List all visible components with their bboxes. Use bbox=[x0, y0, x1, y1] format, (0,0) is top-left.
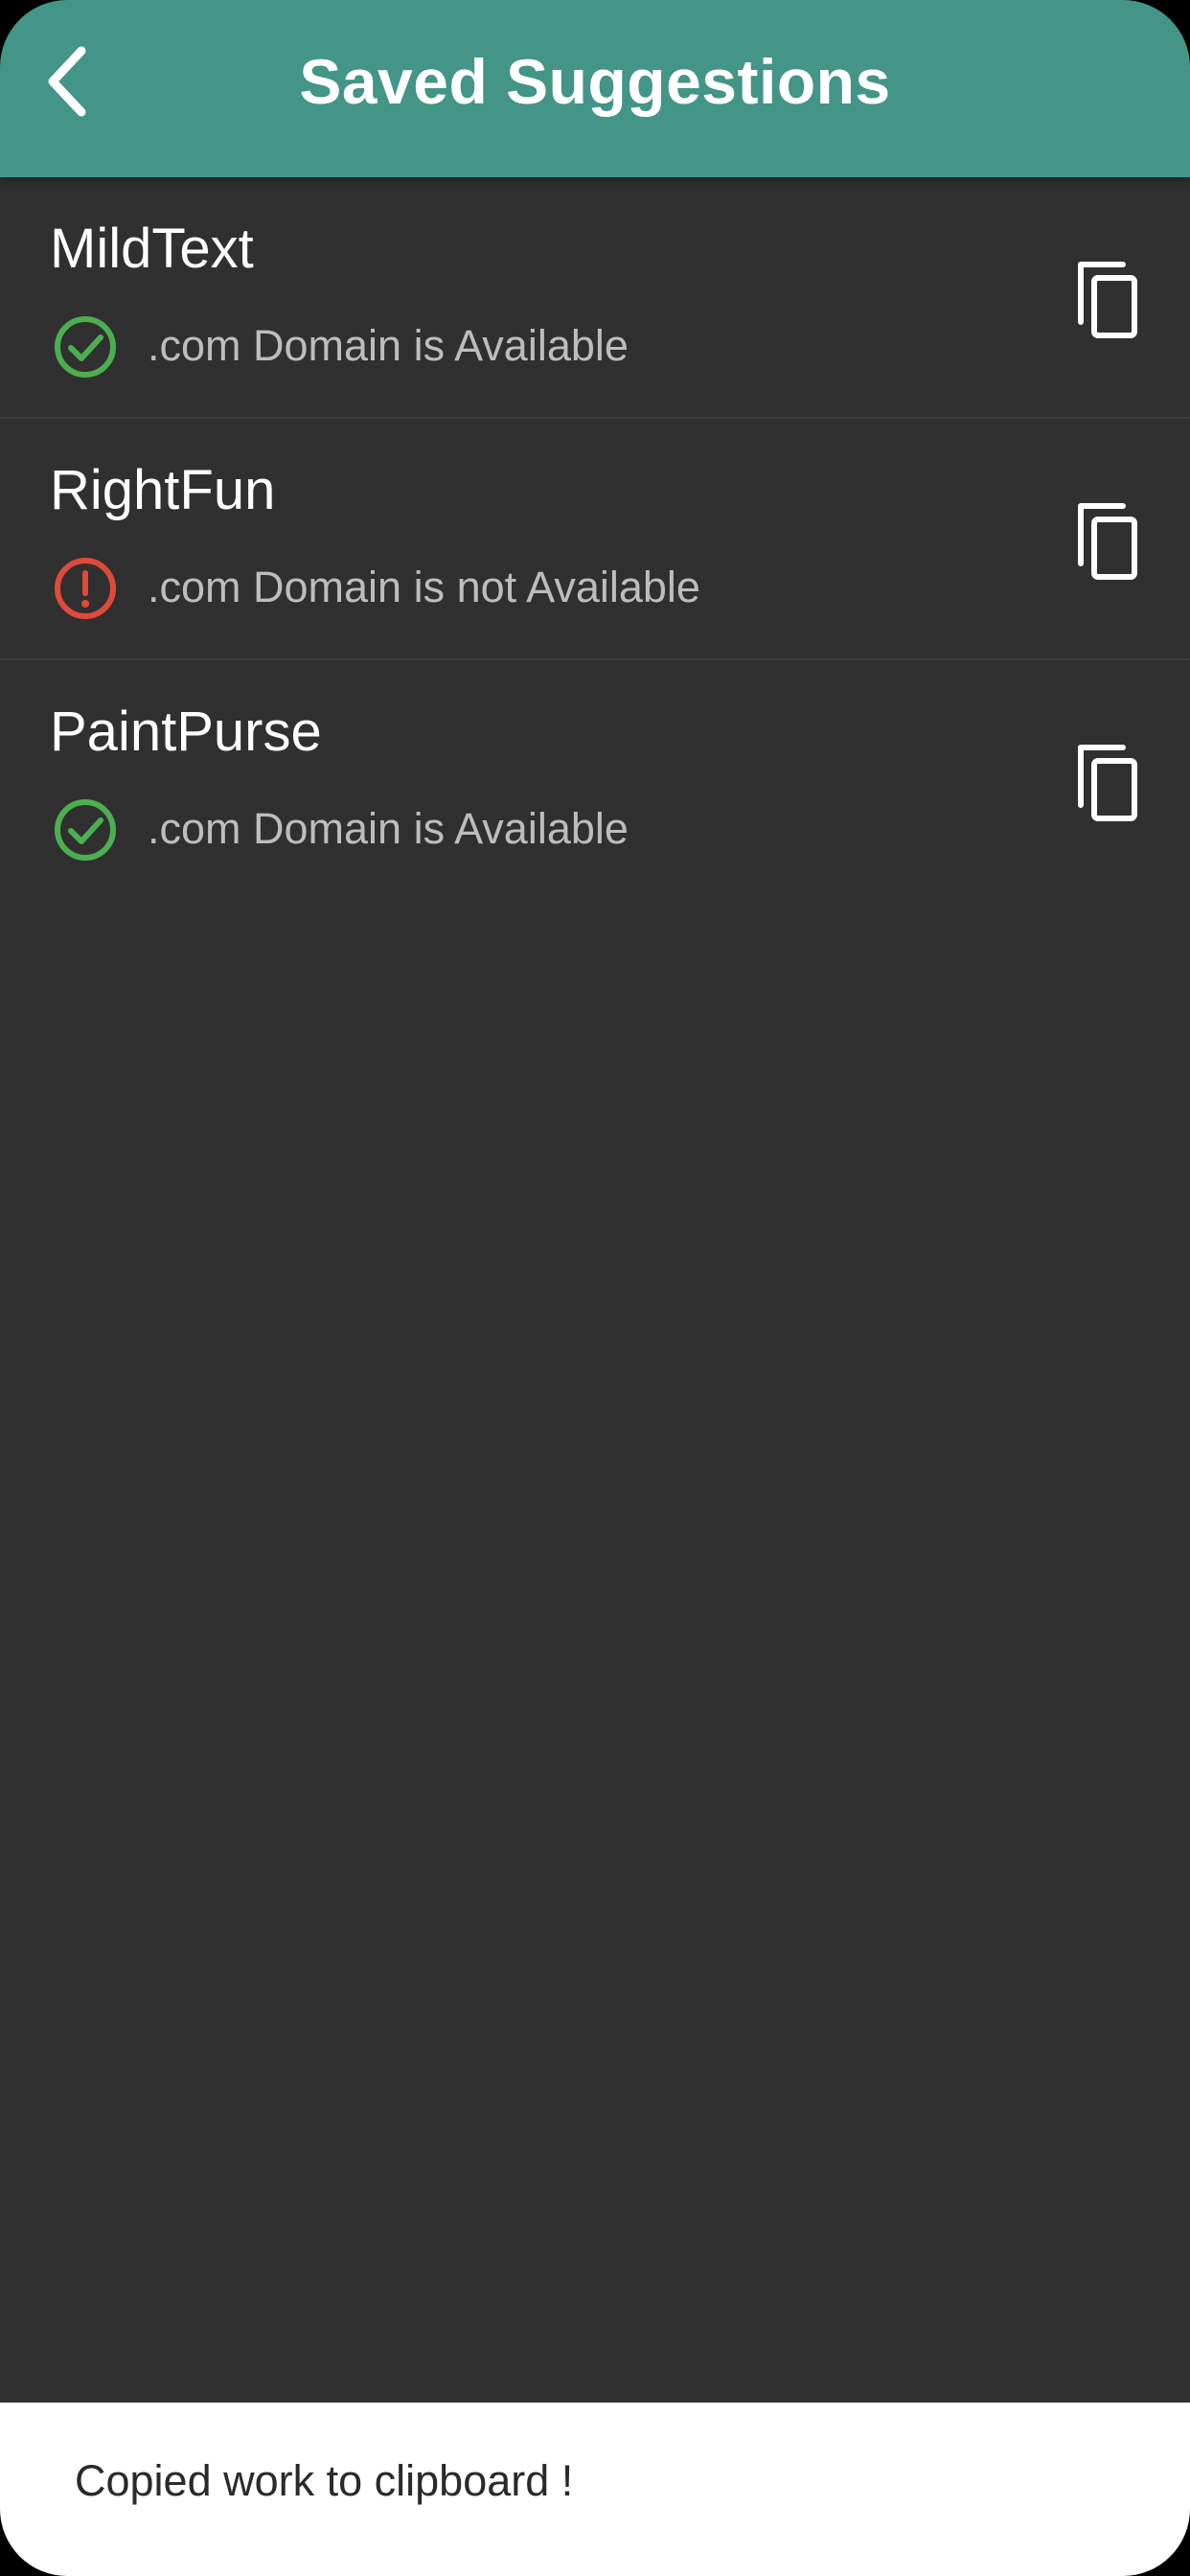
suggestion-name: RightFun bbox=[50, 459, 276, 521]
copy-button[interactable] bbox=[1065, 494, 1152, 589]
app-bar: Saved Suggestions bbox=[0, 0, 1190, 177]
domain-status-text: .com Domain is Available bbox=[148, 804, 629, 853]
check-circle-icon bbox=[55, 316, 116, 378]
check-circle-icon bbox=[55, 799, 116, 861]
snackbar: Copied work to clipboard ! bbox=[0, 2403, 1190, 2576]
alert-circle-icon bbox=[55, 558, 116, 619]
suggestion-name: MildText bbox=[50, 218, 254, 280]
domain-status-text: .com Domain is Available bbox=[148, 321, 629, 370]
page-title: Saved Suggestions bbox=[299, 46, 891, 117]
app-screen: Saved Suggestions MildText .com Domain i… bbox=[0, 0, 1190, 2576]
copy-button[interactable] bbox=[1065, 252, 1152, 348]
copy-button[interactable] bbox=[1065, 735, 1152, 831]
list-item[interactable]: PaintPurse .com Domain is Available bbox=[0, 660, 1190, 902]
domain-status-text: .com Domain is not Available bbox=[148, 563, 700, 611]
copy-icon bbox=[1078, 503, 1137, 580]
copy-icon bbox=[1078, 262, 1137, 338]
copy-icon bbox=[1078, 745, 1137, 821]
list-item[interactable]: MildText .com Domain is Available bbox=[0, 177, 1190, 419]
snackbar-message: Copied work to clipboard ! bbox=[75, 2456, 574, 2505]
list-item[interactable]: RightFun .com Domain is not Available bbox=[0, 419, 1190, 660]
suggestion-name: PaintPurse bbox=[50, 701, 322, 763]
suggestions-list: MildText .com Domain is Available RightF… bbox=[0, 177, 1190, 902]
